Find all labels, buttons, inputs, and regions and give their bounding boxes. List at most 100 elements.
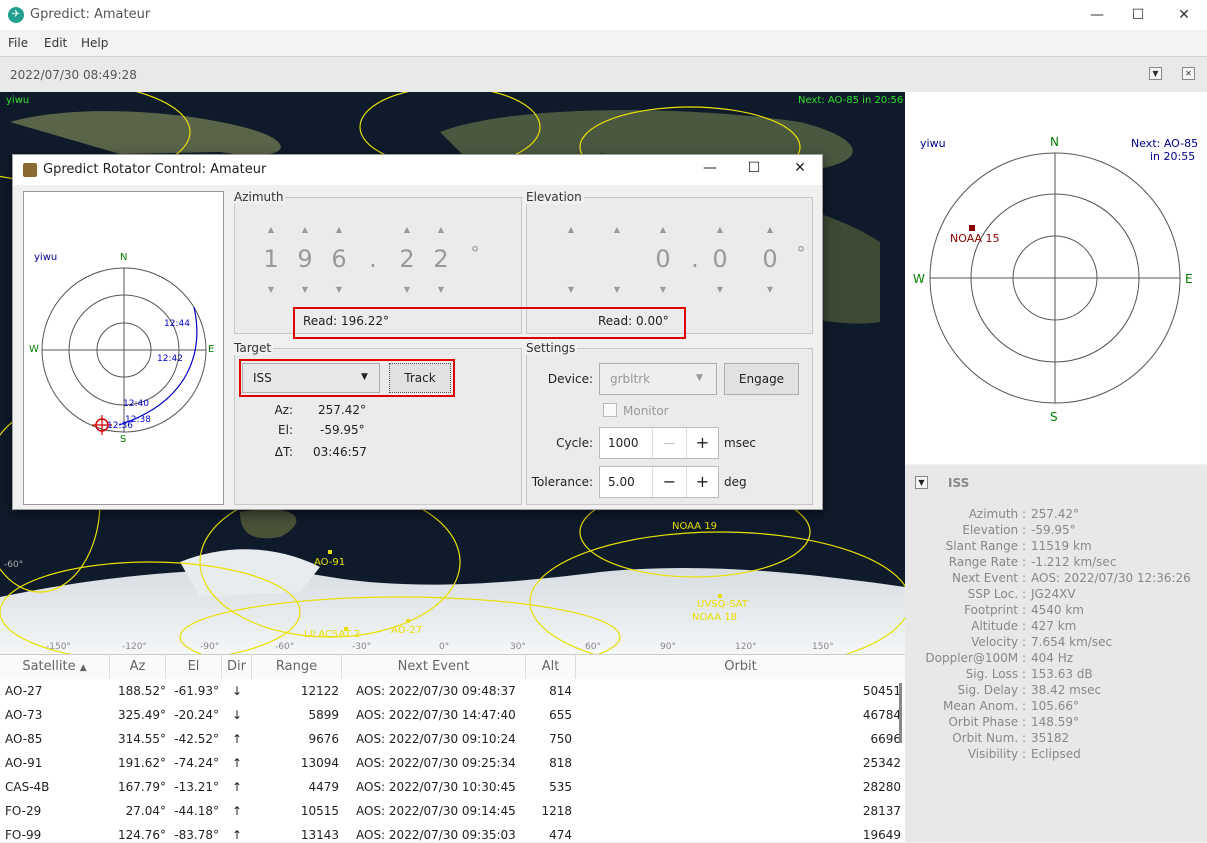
rotator-close-button[interactable]: ✕ xyxy=(783,160,817,176)
info-value: 11519 km xyxy=(1031,539,1092,553)
sat-marker-noaa15[interactable] xyxy=(969,225,975,231)
col-header-orbit[interactable]: Orbit xyxy=(576,655,905,679)
azimuth-digit-down-button[interactable]: ▼ xyxy=(261,285,281,294)
menu-help[interactable]: Help xyxy=(81,36,108,50)
elevation-digit-up-button[interactable]: ▲ xyxy=(607,225,627,234)
table-row[interactable]: FO-99 124.76° -83.78° ↑ 13143 AOS: 2022/07/30… xyxy=(0,823,901,843)
azimuth-digit-up-button[interactable]: ▲ xyxy=(329,225,349,234)
table-cell-alt: 655 xyxy=(549,708,572,722)
azimuth-digit-down-button[interactable]: ▼ xyxy=(295,285,315,294)
table-cell-range: 4479 xyxy=(308,780,339,794)
close-button[interactable]: ✕ xyxy=(1161,0,1207,30)
menu-file[interactable]: File xyxy=(8,36,28,50)
cycle-label: Cycle: xyxy=(556,436,593,450)
azimuth-digit-up-button[interactable]: ▲ xyxy=(431,225,451,234)
azimuth-digit-down-button[interactable]: ▼ xyxy=(431,285,451,294)
table-row[interactable]: AO-27 188.52° -61.93° ↓ 12122 AOS: 2022/07/30… xyxy=(0,679,901,703)
maximize-button[interactable]: ☐ xyxy=(1115,0,1161,30)
table-cell-orbit: 50451 xyxy=(862,684,901,698)
table-cell-orbit: 25342 xyxy=(862,756,901,770)
col-header-az[interactable]: Az xyxy=(110,655,166,679)
azimuth-digit: 2 xyxy=(433,245,449,273)
rotator-polar-plot xyxy=(41,267,207,435)
tolerance-increment-button[interactable]: + xyxy=(686,467,718,497)
elevation-digit-down-button[interactable]: ▼ xyxy=(760,285,780,294)
col-header-satellite[interactable]: Satellite ▲ xyxy=(0,655,110,679)
col-header-range[interactable]: Range xyxy=(252,655,342,679)
table-row[interactable]: FO-29 27.04° -44.18° ↑ 10515 AOS: 2022/07/30 … xyxy=(0,799,901,823)
pass-time-label: 12:40 xyxy=(123,399,149,409)
cycle-spinbox[interactable]: 1000 — + xyxy=(599,427,719,459)
elevation-digit-up-button[interactable]: ▲ xyxy=(760,225,780,234)
table-body: AO-27 188.52° -61.93° ↓ 12122 AOS: 2022/07/30… xyxy=(0,679,905,843)
table-cell-orbit: 19649 xyxy=(862,828,901,842)
info-value: 257.42° xyxy=(1031,507,1079,521)
table-cell-alt: 535 xyxy=(549,780,572,794)
col-header-dir[interactable]: Dir xyxy=(222,655,252,679)
satellite-table[interactable]: Satellite ▲ Az El Dir Range Next Event A… xyxy=(0,654,905,842)
target-sat-combo[interactable]: ISS ▼ xyxy=(242,363,380,393)
tolerance-decrement-button[interactable]: − xyxy=(652,467,686,497)
elevation-digit: 0 xyxy=(655,245,671,273)
col-header-next-event[interactable]: Next Event xyxy=(342,655,526,679)
title-bar: ✈ Gpredict: Amateur — ☐ ✕ xyxy=(0,0,1207,30)
polar-view-right[interactable]: yiwu Next: AO-85 in 20:55 N S E W NOAA 1… xyxy=(905,92,1207,464)
info-label: Orbit Phase : xyxy=(948,715,1026,729)
elevation-digit: . xyxy=(691,245,699,273)
track-button[interactable]: Track xyxy=(389,363,451,393)
azimuth-digit-up-button[interactable]: ▲ xyxy=(397,225,417,234)
table-cell-alt: 750 xyxy=(549,732,572,746)
sat-marker-ao91[interactable] xyxy=(328,550,332,554)
rotator-polar-view[interactable]: yiwu N S E W 12:44 12:42 12:40 12:38 12:… xyxy=(23,191,224,505)
sort-asc-icon: ▲ xyxy=(79,663,87,673)
table-cell-el: -42.52° xyxy=(174,732,219,746)
elevation-digit-up-button[interactable]: ▲ xyxy=(653,225,673,234)
panel-menu-button[interactable]: ▼ xyxy=(915,476,928,489)
elevation-digit-down-button[interactable]: ▼ xyxy=(653,285,673,294)
table-cell-orbit: 28280 xyxy=(862,780,901,794)
rotator-title-bar: Gpredict Rotator Control: Amateur — ☐ ✕ xyxy=(13,155,822,185)
elevation-digit-down-button[interactable]: ▼ xyxy=(710,285,730,294)
table-cell-el: -61.93° xyxy=(174,684,219,698)
elevation-digit-down-button[interactable]: ▼ xyxy=(607,285,627,294)
module-options-button[interactable]: ▼ xyxy=(1149,67,1162,80)
table-row[interactable]: AO-91 191.62° -74.24° ↑ 13094 AOS: 2022/07/30… xyxy=(0,751,901,775)
azimuth-digit-down-button[interactable]: ▼ xyxy=(329,285,349,294)
table-row[interactable]: AO-85 314.55° -42.52° ↑ 9676 AOS: 2022/07/30 … xyxy=(0,727,901,751)
table-cell-dir: ↑ xyxy=(231,804,243,818)
cycle-decrement-button[interactable]: — xyxy=(652,428,686,458)
info-value: 7.654 km/sec xyxy=(1031,635,1113,649)
sat-marker-ao27[interactable] xyxy=(406,619,410,623)
table-row[interactable]: CAS-4B 167.79° -13.21° ↑ 4479 AOS: 2022/07/30… xyxy=(0,775,901,799)
elevation-digit-down-button[interactable]: ▼ xyxy=(561,285,581,294)
rotator-dialog: Gpredict Rotator Control: Amateur — ☐ ✕ … xyxy=(12,154,823,510)
rotator-maximize-button[interactable]: ☐ xyxy=(737,160,771,176)
azimuth-digit-up-button[interactable]: ▲ xyxy=(261,225,281,234)
col-header-alt[interactable]: Alt xyxy=(526,655,576,679)
engage-button[interactable]: Engage xyxy=(724,363,799,395)
module-close-button[interactable]: ✕ xyxy=(1182,67,1195,80)
table-scrollbar[interactable] xyxy=(899,683,902,743)
col-header-el[interactable]: El xyxy=(166,655,222,679)
table-cell-dir: ↓ xyxy=(231,684,243,698)
cycle-unit: msec xyxy=(724,436,756,450)
table-cell-az: 188.52° xyxy=(118,684,166,698)
monitor-checkbox[interactable] xyxy=(603,403,617,417)
info-label: Sig. Loss : xyxy=(965,667,1026,681)
elevation-digit-up-button[interactable]: ▲ xyxy=(561,225,581,234)
table-cell-az: 191.62° xyxy=(118,756,166,770)
minimize-button[interactable]: — xyxy=(1074,0,1120,30)
sat-marker-uvsqsat[interactable] xyxy=(718,594,722,598)
azimuth-digit-down-button[interactable]: ▼ xyxy=(397,285,417,294)
elevation-digit-up-button[interactable]: ▲ xyxy=(710,225,730,234)
device-combo[interactable]: grbltrk ▼ xyxy=(599,363,717,395)
rotator-minimize-button[interactable]: — xyxy=(693,160,727,176)
cycle-increment-button[interactable]: + xyxy=(686,428,718,458)
azimuth-digit-up-button[interactable]: ▲ xyxy=(295,225,315,234)
menu-edit[interactable]: Edit xyxy=(44,36,67,50)
table-row[interactable]: AO-73 325.49° -20.24° ↓ 5899 AOS: 2022/07/30 … xyxy=(0,703,901,727)
table-cell-dir: ↑ xyxy=(231,756,243,770)
info-label: Slant Range : xyxy=(945,539,1026,553)
target-az-label: Az: xyxy=(274,403,293,417)
tolerance-spinbox[interactable]: 5.00 − + xyxy=(599,466,719,498)
